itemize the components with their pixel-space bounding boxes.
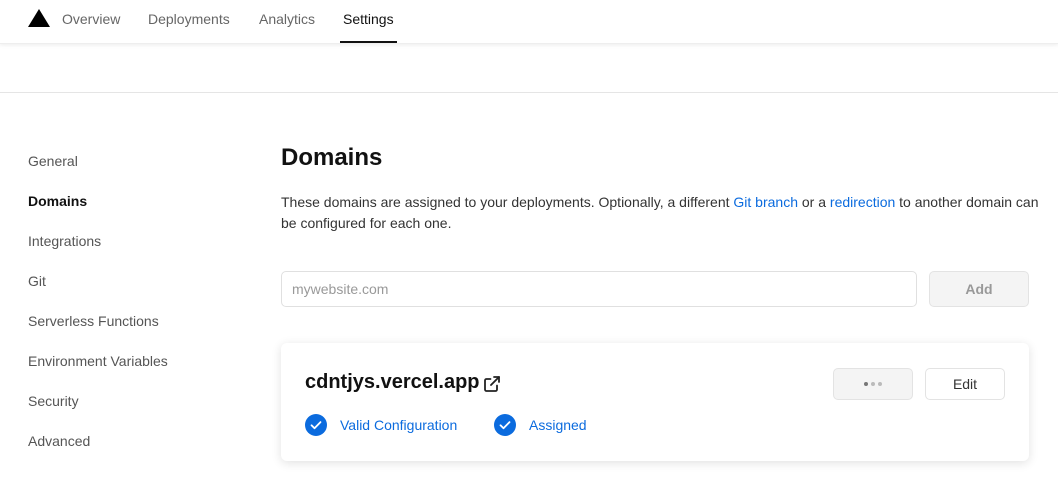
status-label: Assigned [529,417,587,433]
external-link-icon[interactable] [483,375,501,393]
sidebar-item-security[interactable]: Security [28,390,168,430]
page-title: Domains [281,144,383,171]
domain-input[interactable] [281,271,917,307]
page-description: These domains are assigned to your deplo… [281,192,1041,234]
tab-settings[interactable]: Settings [340,0,397,44]
check-circle-icon [305,414,327,436]
description-text: or a [798,194,830,210]
more-dots-icon [864,382,868,386]
top-navigation: Overview Deployments Analytics Settings [0,0,1058,44]
header-divider [0,44,1058,93]
sidebar-item-general[interactable]: General [28,150,168,190]
tab-analytics[interactable]: Analytics [259,0,315,44]
sidebar-item-environment-variables[interactable]: Environment Variables [28,350,168,390]
description-text: These domains are assigned to your deplo… [281,194,734,210]
check-circle-icon [494,414,516,436]
sidebar-item-domains[interactable]: Domains [28,190,168,230]
more-options-button[interactable] [833,368,913,400]
redirection-link[interactable]: redirection [830,194,895,210]
domain-card: cdntjys.vercel.app Valid Configuration A… [281,343,1029,461]
tab-overview[interactable]: Overview [62,0,120,44]
status-valid-configuration: Valid Configuration [305,414,457,436]
vercel-triangle-icon[interactable] [28,9,50,27]
sidebar-item-integrations[interactable]: Integrations [28,230,168,270]
settings-sidebar: General Domains Integrations Git Serverl… [28,150,168,470]
sidebar-item-git[interactable]: Git [28,270,168,310]
sidebar-item-serverless-functions[interactable]: Serverless Functions [28,310,168,350]
more-dots-icon [871,382,875,386]
status-label: Valid Configuration [340,417,458,433]
edit-button[interactable]: Edit [925,368,1005,400]
git-branch-link[interactable]: Git branch [733,194,798,210]
more-dots-icon [878,382,882,386]
status-assigned: Assigned [494,414,587,436]
sidebar-item-advanced[interactable]: Advanced [28,430,168,470]
add-domain-button[interactable]: Add [929,271,1029,307]
domain-name-link[interactable]: cdntjys.vercel.app [305,371,480,394]
tab-deployments[interactable]: Deployments [148,0,230,44]
